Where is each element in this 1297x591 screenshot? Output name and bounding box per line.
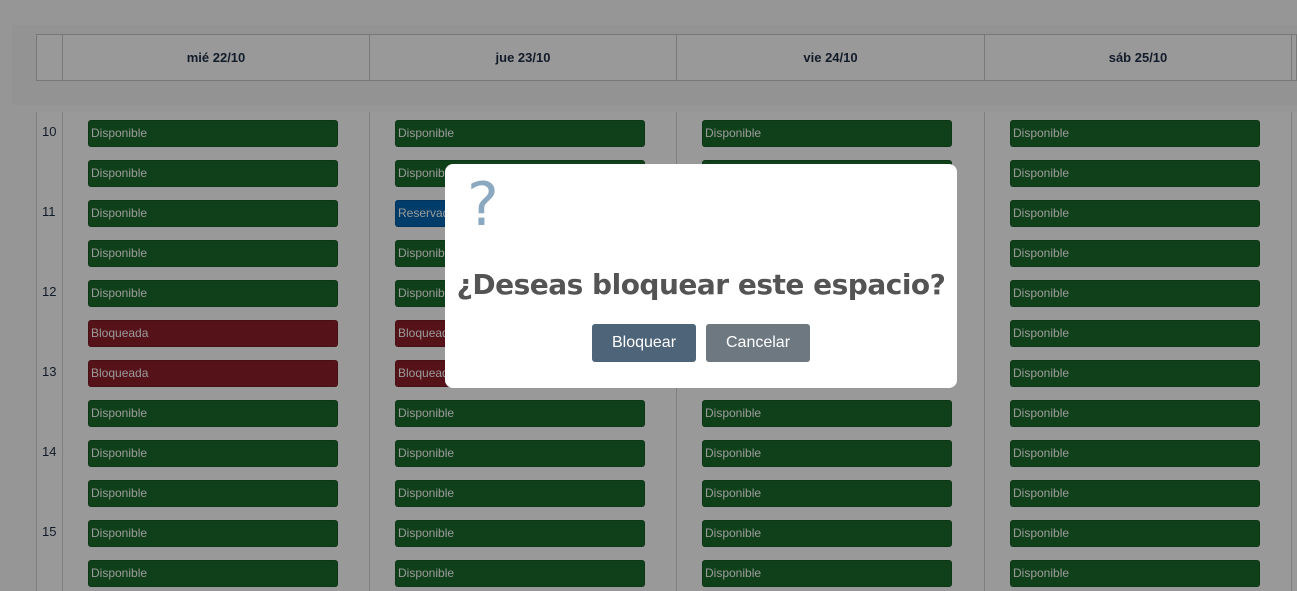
confirm-dialog: ? ¿Deseas bloquear este espacio? Bloquea… xyxy=(445,164,957,388)
block-button[interactable]: Bloquear xyxy=(592,324,696,362)
dialog-title: ¿Deseas bloquear este espacio? xyxy=(456,268,946,301)
cancel-button[interactable]: Cancelar xyxy=(706,324,810,362)
question-icon: ? xyxy=(467,170,499,240)
